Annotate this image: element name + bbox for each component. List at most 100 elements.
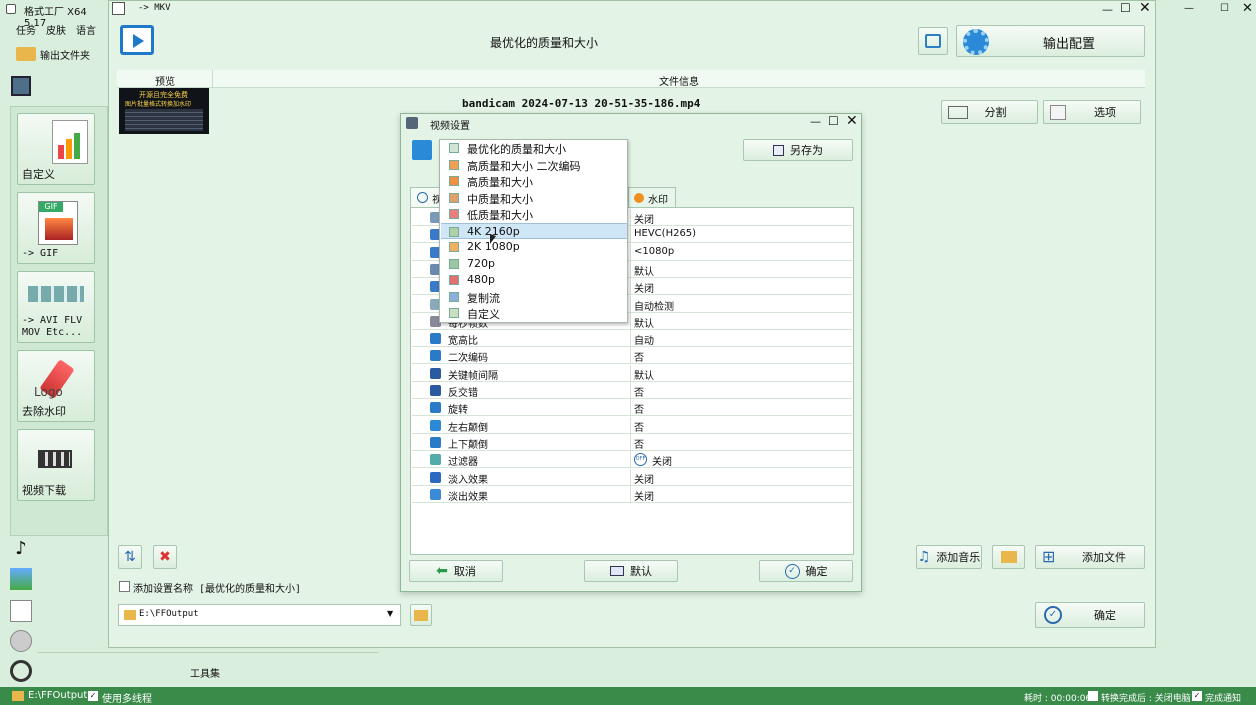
setting-value[interactable]: 自动 (634, 332, 654, 347)
settings-row[interactable]: 左右颠倒 否 (412, 416, 852, 434)
setting-value[interactable]: 默认 (634, 367, 654, 382)
setting-value[interactable]: 否 (634, 401, 644, 416)
preset-icon (449, 143, 459, 153)
default-button[interactable]: 默认 (584, 560, 678, 582)
dialog-ok-button[interactable]: ✓ 确定 (759, 560, 853, 582)
clear-list-button[interactable]: ✖ (153, 545, 177, 569)
dropdown-item-label: 低质量和大小 (467, 209, 533, 222)
setting-value[interactable]: 否 (634, 419, 644, 434)
dropdown-item[interactable]: 自定义 (441, 305, 627, 321)
dropdown-item[interactable]: 最优化的质量和大小 (441, 140, 627, 156)
tile-remove-watermark[interactable]: Logo 去除水印 (17, 350, 95, 422)
tile-avi-flv-mov[interactable]: -> AVI FLV MOV Etc... (17, 271, 95, 343)
setting-value[interactable]: 关闭 (634, 471, 654, 486)
save-as-button[interactable]: 另存为 (743, 139, 853, 161)
dropdown-item[interactable]: 中质量和大小 (441, 190, 627, 206)
toolbox-bar[interactable]: 工具集 (38, 652, 378, 686)
dropdown-item[interactable]: 高质量和大小 二次编码 (441, 157, 627, 173)
setting-value[interactable]: 默认 (634, 263, 654, 278)
setting-value[interactable]: 否 (634, 436, 644, 451)
maximize-icon[interactable]: ☐ (1120, 1, 1131, 15)
settings-row[interactable]: 上下颠倒 否 (412, 433, 852, 451)
dropdown-item[interactable]: 480p (441, 272, 627, 288)
tab-video[interactable]: 视 (410, 187, 442, 207)
dialog-ok-label: 确定 (805, 565, 828, 578)
settings-row[interactable]: 二次编码 否 (412, 347, 852, 365)
options-button[interactable]: 选项 (1043, 100, 1141, 124)
add-music-button[interactable]: ♫ 添加音乐 (916, 545, 982, 569)
music-category-icon[interactable]: ♪ (10, 538, 32, 560)
settings-row[interactable]: 淡入效果 关闭 (412, 468, 852, 486)
dropdown-item-label: 复制流 (467, 291, 500, 305)
toolbox-icon[interactable] (10, 660, 32, 682)
file-name: bandicam 2024-07-13 20-51-35-186.mp4 (462, 97, 701, 110)
multithread-checkbox[interactable]: ✓ (88, 691, 98, 701)
dialog-close-icon[interactable]: ✕ (846, 113, 858, 129)
setting-value[interactable]: 关闭 (634, 280, 654, 295)
dialog-icon (406, 117, 418, 129)
menu-language[interactable]: 语言 (76, 22, 96, 37)
layers-button[interactable] (918, 27, 948, 55)
disc-category-icon[interactable] (10, 630, 32, 652)
sort-button[interactable]: ⇅ (118, 545, 142, 569)
doc-chart-icon (52, 120, 88, 164)
setting-icon (430, 471, 441, 483)
dropdown-item[interactable]: 低质量和大小 (441, 206, 627, 222)
outer-maximize-icon[interactable]: ☐ (1220, 3, 1229, 14)
settings-row[interactable]: 反交错 否 (412, 382, 852, 399)
after-convert-checkbox[interactable] (1088, 691, 1098, 701)
setting-name: 过滤器 (448, 457, 478, 469)
add-file-button[interactable]: ⊞ 添加文件 (1035, 545, 1145, 569)
setting-value[interactable]: <1080p (634, 246, 674, 257)
notify-checkbox[interactable]: ✓ (1192, 691, 1202, 701)
settings-row[interactable]: 旋转 否 (412, 399, 852, 417)
preset-doc-icon[interactable] (412, 140, 432, 160)
output-config-button[interactable]: 输出配置 (956, 25, 1145, 57)
setting-value[interactable]: HEVC(H265) (634, 228, 696, 239)
setting-value[interactable]: 自动检测 (634, 298, 674, 313)
menu-task[interactable]: 任务 (16, 22, 36, 37)
setting-value[interactable]: 关闭 (634, 488, 654, 503)
add-folder-button[interactable] (992, 545, 1025, 569)
menu-skin[interactable]: 皮肤 (46, 22, 66, 37)
outer-close-icon[interactable]: ✕ (1242, 1, 1253, 16)
row-divider (630, 278, 631, 296)
setting-value[interactable]: 否 (634, 384, 644, 399)
dropdown-item[interactable]: 2K 1080p (441, 239, 627, 255)
image-category-icon[interactable] (10, 568, 32, 590)
cancel-button[interactable]: ⬅ 取消 (409, 560, 503, 582)
setting-icon (430, 454, 441, 466)
setting-value[interactable]: 关闭 (652, 453, 672, 468)
dialog-maximize-icon[interactable]: ☐ (828, 114, 839, 128)
output-folder-button[interactable]: 输出文件夹 (12, 44, 110, 64)
tile-gif[interactable]: GIF -> GIF (17, 192, 95, 264)
setting-value[interactable]: 关闭 (634, 211, 654, 226)
setting-value[interactable]: 否 (634, 349, 644, 364)
tile-video-download[interactable]: 视频下载 (17, 429, 95, 501)
setting-value[interactable]: 默认 (634, 315, 654, 330)
add-setting-checkbox[interactable] (119, 581, 130, 592)
tab-watermark[interactable]: 水印 (628, 187, 676, 207)
close-icon[interactable]: ✕ (1139, 0, 1151, 16)
settings-row[interactable]: 关键帧间隔 默认 (412, 364, 852, 382)
outer-minimize-icon[interactable]: — (1184, 3, 1194, 14)
settings-row[interactable]: 淡出效果 关闭 (412, 485, 852, 503)
browse-folder-button[interactable] (410, 604, 432, 626)
minimize-icon[interactable]: — (1102, 3, 1113, 16)
output-config-label: 输出配置 (1043, 37, 1096, 52)
dropdown-item[interactable]: 高质量和大小 (441, 173, 627, 189)
dropdown-item[interactable]: 复制流 (441, 289, 627, 305)
video-category-icon[interactable] (11, 76, 31, 96)
settings-row[interactable]: 过滤器 关闭 OFF (412, 451, 852, 469)
tile-custom[interactable]: 自定义 (17, 113, 95, 185)
dialog-minimize-icon[interactable]: — (810, 115, 821, 128)
settings-row[interactable]: 宽高比 自动 (412, 330, 852, 348)
main-ok-button[interactable]: ✓ 确定 (1035, 602, 1145, 628)
after-convert-label: 转换完成后 : 关闭电脑 (1101, 694, 1191, 704)
output-path-select[interactable]: E:\FFOutput ▼ (118, 604, 401, 626)
dropdown-item[interactable]: 720p (441, 256, 627, 272)
dropdown-item[interactable]: 4K 2160p (441, 222, 627, 239)
split-button[interactable]: 分割 (941, 100, 1038, 124)
preset-icon (449, 176, 459, 186)
document-category-icon[interactable] (10, 600, 32, 622)
